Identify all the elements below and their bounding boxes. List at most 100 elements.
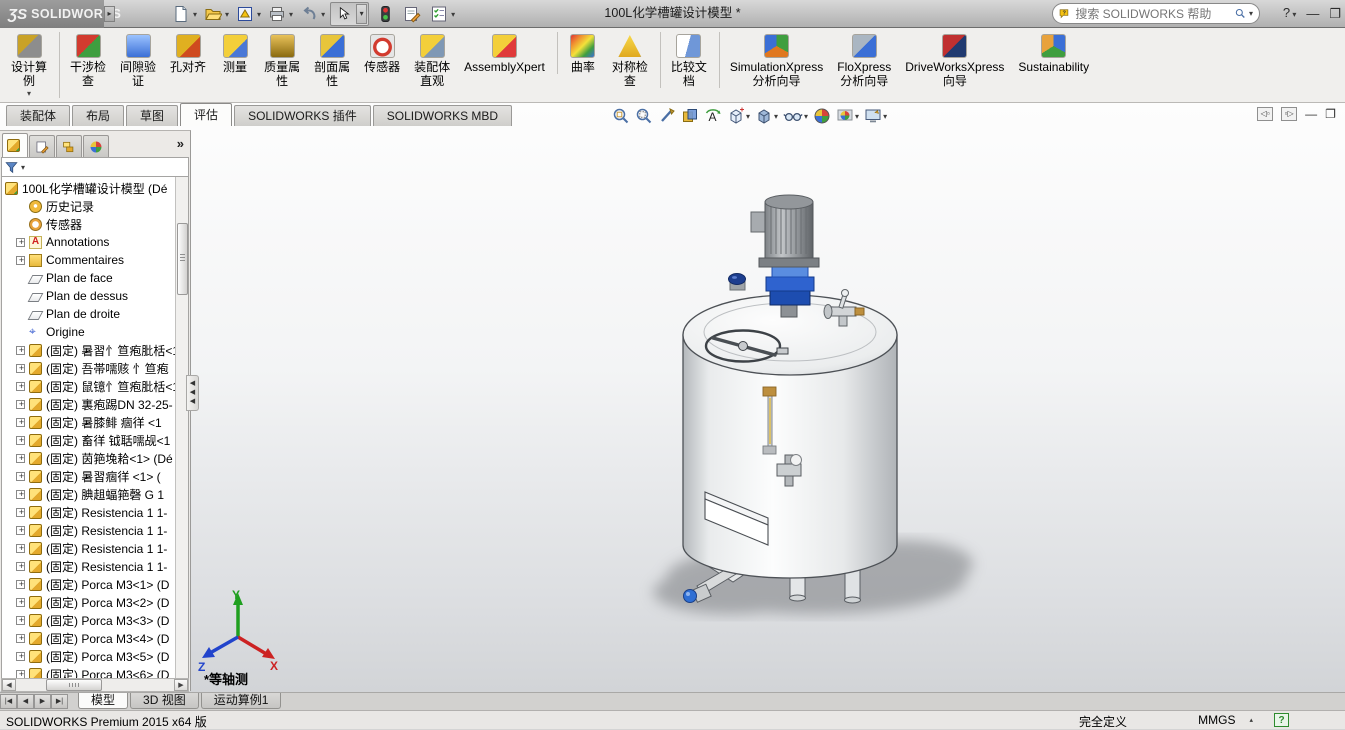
tree-item[interactable]: (固定) Porca M3<3> (D [2,611,188,629]
command-tab[interactable]: 布局 [72,105,124,126]
tree-item[interactable]: (固定) Porca M3<2> (D [2,593,188,611]
rebuild-button[interactable] [374,3,396,25]
new-document-button[interactable] [170,3,192,25]
tree-item[interactable]: Plan de dessus [2,287,188,305]
ribbon-button[interactable]: SimulationXpress 分析向导 [723,32,830,88]
first-tab-icon[interactable]: |◀ [0,694,17,709]
search-dropdown-icon[interactable]: ▾ [1249,9,1253,18]
tree-vscroll-thumb[interactable] [177,223,188,295]
zoom-to-area-icon[interactable] [635,107,653,125]
expand-toggle-icon[interactable] [16,580,25,589]
command-tab[interactable]: 评估 [180,103,232,126]
tree-filter[interactable]: ▾ [1,157,189,177]
expand-toggle-icon[interactable] [16,364,25,373]
ribbon-button[interactable]: FloXpress 分析向导 [830,32,898,88]
quick-tips-help-icon[interactable]: ? [1274,713,1289,727]
apply-scene-icon[interactable]: ▾ [836,107,859,125]
ribbon-button[interactable]: 间隙验 证 [113,32,163,88]
expand-toggle-icon[interactable] [16,382,25,391]
collapse-right-pane-icon[interactable]: ▫▷ [1281,107,1297,121]
dropdown-arrow-icon[interactable]: ▾ [451,10,455,19]
expand-toggle-icon[interactable] [16,418,25,427]
display-style-icon[interactable]: ▾ [755,107,778,125]
minimize-button[interactable]: — [1306,5,1319,23]
dropdown-arrow-icon[interactable]: ▾ [321,10,325,19]
command-tab[interactable]: 装配体 [6,105,70,126]
prev-tab-icon[interactable]: ◀ [17,694,34,709]
featuremanager-tree-tab[interactable] [2,133,28,157]
ribbon-button[interactable]: DriveWorksXpress 向导 [898,32,1011,88]
ribbon-button[interactable]: 设计算 例 [4,32,60,98]
save-button[interactable] [234,3,256,25]
scroll-right-icon[interactable]: ▶ [174,679,188,691]
hide-show-items-icon[interactable]: ▾ [783,107,808,125]
expand-toggle-icon[interactable] [16,346,25,355]
command-tab[interactable]: 草图 [126,105,178,126]
expand-toggle-icon[interactable] [16,598,25,607]
expand-toggle-icon[interactable] [16,616,25,625]
doc-minimize-button[interactable]: — [1305,107,1317,121]
dropdown-arrow-icon[interactable]: ▾ [193,10,197,19]
print-button[interactable] [266,3,288,25]
dropdown-arrow-icon[interactable]: ▾ [883,112,887,121]
file-properties-button[interactable] [401,3,423,25]
select-tool[interactable]: ▾ [330,2,369,26]
tree-item[interactable]: (固定) 暑習忄笪疱肶栝<1 [2,341,188,359]
dropdown-arrow-icon[interactable]: ▾ [855,112,859,121]
unit-system-selector[interactable]: MMGS▴ [1198,713,1253,727]
ribbon-button[interactable]: 装配体 直观 [407,32,457,88]
dropdown-arrow-icon[interactable]: ▾ [774,112,778,121]
dropdown-arrow-icon[interactable]: ▾ [225,10,229,19]
ribbon-button[interactable]: 剖面属 性 [307,32,357,88]
tree-item[interactable]: (固定) Resistencia 1 1- [2,503,188,521]
view-orientation-icon[interactable]: ▾ [727,107,750,125]
annotation-view-icon[interactable]: A [704,107,722,125]
displaymanager-tab[interactable] [83,135,109,157]
dropdown-arrow-icon[interactable]: ▾ [804,112,808,121]
select-cursor-icon[interactable] [332,3,354,25]
expand-toggle-icon[interactable] [16,436,25,445]
expand-toggle-icon[interactable] [16,400,25,409]
help-dropdown-icon[interactable]: ▾ [1290,10,1296,19]
options-button[interactable] [428,3,450,25]
tree-vertical-scrollbar[interactable] [175,177,188,678]
tree-item[interactable]: Origine [2,323,188,341]
panel-overflow-chevron[interactable]: » [177,136,184,151]
tree-item[interactable]: (固定) 吾帯嚅赅 忄笪疱 [2,359,188,377]
ribbon-button[interactable]: 对称检 查 [605,32,661,88]
expand-toggle-icon[interactable] [16,490,25,499]
ribbon-button[interactable]: 传感器 [357,32,407,74]
expand-toggle-icon[interactable] [16,652,25,661]
tree-item[interactable]: Commentaires [2,251,188,269]
ribbon-button[interactable]: 比较文 档 [664,32,720,88]
dropdown-arrow-icon[interactable]: ▾ [257,10,261,19]
doc-restore-button[interactable]: ❐ [1325,107,1336,121]
tree-item[interactable]: (固定) 茵筢堍耠<1> (Dé [2,449,188,467]
tree-item[interactable]: (固定) Porca M3<4> (D [2,629,188,647]
menu-expand-arrow-icon[interactable]: ▸ [104,6,115,22]
tree-item[interactable]: (固定) 裏疱踢DN 32-25- [2,395,188,413]
propertymanager-tab[interactable] [29,135,55,157]
panel-splitter-handle[interactable]: ◀ ◀ ◀ [186,375,199,411]
tree-item[interactable]: Plan de face [2,269,188,287]
filter-dropdown-icon[interactable]: ▾ [21,163,25,172]
tree-item[interactable]: (固定) Porca M3<1> (D [2,575,188,593]
tree-item[interactable]: (固定) Resistencia 1 1- [2,539,188,557]
units-dropdown-icon[interactable]: ▴ [1249,716,1253,724]
ribbon-button[interactable]: 曲率 [561,32,605,74]
tree-item[interactable]: (固定) 暑習痼徉 <1> ( [2,467,188,485]
view-settings-icon[interactable]: ▾ [864,107,887,125]
restore-button[interactable]: ❐ [1329,5,1341,23]
tree-item[interactable]: (固定) 腆趄蝠筢磬 G 1 [2,485,188,503]
expand-toggle-icon[interactable] [16,526,25,535]
graphics-area[interactable]: 装配体布局草图评估SOLIDWORKS 插件SOLIDWORKS MBD A ▾… [0,103,1345,692]
expand-toggle-icon[interactable] [16,634,25,643]
search-magnifier-icon[interactable] [1235,6,1246,21]
tree-item[interactable]: (固定) 畜徉 钺聒嚅觇<1 [2,431,188,449]
expand-toggle-icon[interactable] [16,256,25,265]
tree-root[interactable]: 100L化学槽罐设计模型 (Dé [2,179,188,197]
collapse-left-pane-icon[interactable]: ◁▫ [1257,107,1273,121]
ribbon-button[interactable]: 质量属 性 [257,32,307,88]
last-tab-icon[interactable]: ▶| [51,694,68,709]
tree-item[interactable]: 历史记录 [2,197,188,215]
